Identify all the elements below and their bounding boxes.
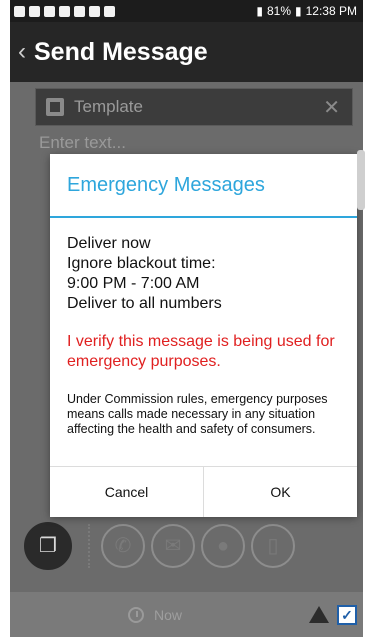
- dialog-body: Deliver now Ignore blackout time: 9:00 P…: [50, 218, 357, 437]
- notification-icons: [14, 5, 115, 17]
- mobile-phone-icon: ▯: [267, 535, 279, 557]
- sms-button[interactable]: ▯: [251, 524, 295, 568]
- page-title: Send Message: [34, 37, 208, 66]
- template-icon: [46, 98, 64, 116]
- delivery-summary: Deliver now Ignore blackout time: 9:00 P…: [67, 234, 340, 314]
- battery-icon: ▮: [295, 4, 302, 18]
- template-label: Template: [74, 97, 143, 116]
- app-bar: ‹ Send Message: [10, 22, 363, 82]
- call-button[interactable]: ✆: [101, 524, 145, 568]
- emergency-dialog: Emergency Messages Deliver now Ignore bl…: [50, 154, 357, 517]
- schedule-label[interactable]: Now: [154, 607, 182, 623]
- chat-button[interactable]: ●: [201, 524, 245, 568]
- envelope-icon: ✉: [164, 535, 182, 557]
- back-icon[interactable]: ‹: [18, 38, 26, 66]
- channel-bar: ❐ ✆ ✉ ● ▯: [10, 515, 363, 577]
- scrollbar[interactable]: [357, 150, 365, 210]
- delivery-line: 9:00 PM - 7:00 AM: [67, 275, 200, 292]
- battery-level: 81%: [266, 4, 292, 18]
- close-icon[interactable]: ✕: [323, 95, 340, 120]
- template-selector[interactable]: Template ✕: [35, 88, 353, 126]
- template-icon: ❐: [39, 535, 57, 557]
- emergency-checkbox[interactable]: ✓: [337, 604, 357, 625]
- cancel-button[interactable]: Cancel: [50, 467, 203, 517]
- status-bar: ▮ 81% ▮ 12:38 PM: [10, 0, 363, 22]
- warning-icon: [309, 606, 329, 623]
- delivery-line: Ignore blackout time:: [67, 255, 216, 272]
- signal-icon: ▮: [256, 4, 263, 18]
- ok-button[interactable]: OK: [203, 467, 357, 517]
- status-right: ▮ 81% ▮ 12:38 PM: [256, 4, 357, 18]
- clock-time: 12:38 PM: [305, 4, 357, 18]
- notification-icon: [89, 5, 100, 17]
- commission-rules-text: Under Commission rules, emergency purpos…: [67, 392, 328, 436]
- phone-screen: ▮ 81% ▮ 12:38 PM ‹ Send Message Template…: [10, 0, 363, 637]
- notification-icon: [59, 5, 70, 17]
- dialog-actions: Cancel OK: [50, 466, 357, 517]
- notification-icon: [44, 5, 55, 17]
- template-channel-button[interactable]: ❐: [24, 522, 72, 570]
- divider: [88, 524, 91, 568]
- phone-icon: ✆: [114, 535, 132, 557]
- notification-icon: [29, 5, 40, 17]
- delivery-line: Deliver to all numbers: [67, 295, 222, 312]
- clock-icon: [128, 606, 144, 623]
- schedule-bar: Now ✓: [10, 592, 363, 637]
- email-button[interactable]: ✉: [151, 524, 195, 568]
- notification-icon: [74, 5, 85, 17]
- chat-bubble-icon: ●: [216, 535, 230, 557]
- notification-icon: [14, 5, 25, 17]
- dialog-title: Emergency Messages: [67, 173, 265, 196]
- delivery-line: Deliver now: [67, 235, 151, 252]
- verification-text: I verify this message is being used for …: [67, 333, 335, 370]
- notification-icon: [104, 5, 115, 17]
